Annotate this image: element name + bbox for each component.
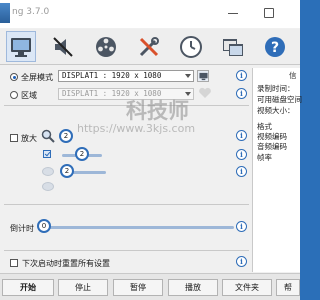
chevron-down-icon	[185, 74, 191, 78]
zoom-follow-checkbox[interactable]	[43, 150, 51, 158]
app-icon	[0, 3, 10, 23]
tab-tools[interactable]	[134, 31, 164, 62]
minimize-button[interactable]	[222, 6, 244, 20]
video-size-label: 视频大小：	[257, 106, 295, 115]
fullscreen-radio[interactable]	[10, 73, 18, 81]
svg-text:?: ?	[271, 40, 279, 56]
region-radio[interactable]	[10, 91, 18, 99]
tab-windows[interactable]	[218, 31, 248, 62]
info-icon[interactable]: i	[236, 166, 247, 177]
tab-screen[interactable]	[6, 31, 36, 62]
app-window: ng 3.7.0 ? 全屏模式 DISPLAT1: 1920 x 1080 i…	[0, 0, 302, 300]
info-icon[interactable]: i	[236, 149, 247, 160]
info-panel-heading: 信	[289, 71, 297, 80]
info-icon[interactable]: i	[236, 70, 247, 81]
windows-icon	[223, 38, 243, 56]
audio-codec-label: 音频编码	[257, 142, 287, 151]
zoom-speed-value: 2	[79, 150, 85, 158]
play-button[interactable]: 播放	[168, 279, 218, 296]
countdown-label: 倒计时	[10, 224, 34, 233]
info-icon[interactable]: i	[236, 256, 247, 267]
fullscreen-display-value: DISPLAT1 : 1920 x 1080	[62, 71, 162, 80]
magnifier-icon	[41, 129, 55, 143]
maximize-button[interactable]	[258, 6, 280, 20]
region-label: 区域	[21, 91, 37, 100]
countdown-knob[interactable]: 0	[37, 219, 51, 233]
tab-help[interactable]: ?	[260, 31, 290, 62]
reset-settings-checkbox[interactable]	[10, 259, 18, 267]
zoom-size-value: 2	[64, 167, 70, 175]
tab-video[interactable]	[91, 31, 121, 62]
info-icon[interactable]: i	[236, 88, 247, 99]
fullscreen-label: 全屏模式	[21, 73, 53, 82]
bottom-button-bar: 开始 停止 暂停 播放 文件夹 帮	[0, 273, 300, 300]
divider	[4, 250, 249, 251]
zoom-level-value: 2	[63, 132, 69, 140]
countdown-value: 0	[41, 222, 47, 230]
zoom-option-toggle[interactable]	[42, 167, 54, 176]
countdown-track[interactable]	[38, 226, 234, 229]
info-icon[interactable]: i	[236, 130, 247, 141]
reset-settings-label: 下次启动时重置所有设置	[22, 259, 110, 268]
zoom-checkbox[interactable]	[10, 134, 18, 142]
display-picker-icon	[198, 72, 208, 80]
watermark-brand: 科技师	[126, 99, 189, 123]
window-title: ng 3.7.0	[12, 7, 50, 17]
zoom-level-knob[interactable]: 2	[59, 129, 73, 143]
monitor-icon	[11, 37, 31, 57]
fullscreen-display-select[interactable]: DISPLAT1 : 1920 x 1080	[58, 70, 194, 82]
display-picker-button[interactable]	[197, 70, 209, 82]
zoom-label: 放大	[21, 134, 37, 143]
record-time-label: 录制时间：	[257, 84, 295, 93]
disk-space-label: 可用磁盘空间	[257, 95, 302, 104]
pause-button[interactable]: 暂停	[113, 279, 163, 296]
start-button[interactable]: 开始	[2, 279, 54, 296]
tab-audio[interactable]	[49, 31, 79, 62]
divider	[4, 204, 249, 205]
film-reel-icon	[96, 36, 116, 57]
folder-button[interactable]: 文件夹	[222, 279, 272, 296]
mute-speaker-icon	[53, 36, 73, 57]
stop-button[interactable]: 停止	[58, 279, 108, 296]
zoom-size-knob[interactable]: 2	[60, 164, 74, 178]
toolbar: ?	[0, 29, 300, 65]
tools-icon	[139, 36, 159, 56]
zoom-speed-knob[interactable]: 2	[75, 147, 89, 161]
fps-label: 帧率	[257, 153, 272, 162]
heart-icon[interactable]	[198, 86, 212, 100]
help-button[interactable]: 帮	[276, 279, 300, 296]
title-bar: ng 3.7.0	[0, 0, 300, 28]
zoom-option-toggle-2[interactable]	[42, 182, 54, 191]
tab-schedule[interactable]	[176, 31, 206, 62]
clock-icon	[180, 35, 202, 58]
recording-info-panel: 信 录制时间： 可用磁盘空间 视频大小： 格式 视频编码 音频编码 帧率	[252, 68, 302, 272]
info-icon[interactable]: i	[236, 221, 247, 232]
help-icon: ?	[265, 36, 285, 57]
watermark-url: https://www.3kjs.com	[77, 122, 196, 135]
